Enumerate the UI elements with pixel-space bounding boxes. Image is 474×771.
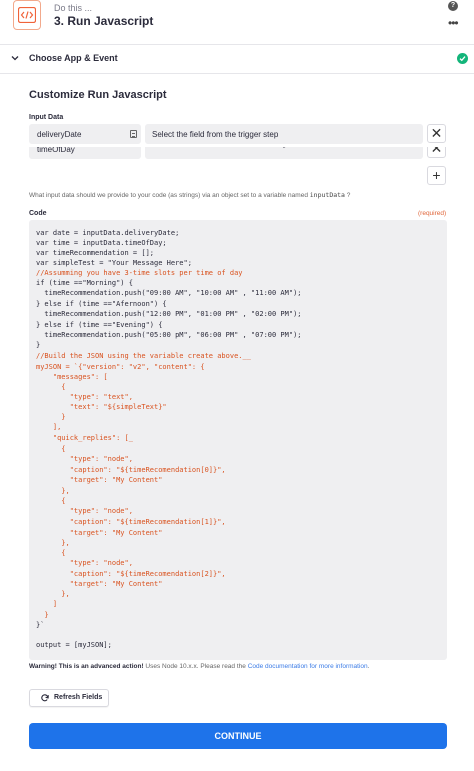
zap-step-editor: Do this ... 3. Run Javascript ? ••• Choo… (0, 0, 474, 771)
code-line: timeRecommendation.push("09:00 AM", "10:… (36, 289, 302, 297)
input-key-field[interactable]: deliveryDate (29, 124, 141, 144)
code-line: }, (36, 487, 70, 495)
code-line: var simpleTest = "Your Message Here"; (36, 259, 192, 267)
code-line: timeRecommendation.push("05:00 pM", "06:… (36, 331, 302, 339)
code-line: "text": "${simpleText}" (36, 403, 167, 411)
refresh-fields-button[interactable]: Refresh Fields (29, 689, 109, 707)
help-icon[interactable]: ? (448, 1, 458, 11)
code-label: Code (29, 210, 47, 217)
choose-app-event-section[interactable]: Choose App & Event (0, 45, 474, 73)
input-key-value: deliveryDate (37, 130, 82, 139)
code-line: ] (36, 600, 58, 608)
code-line: } else if (time =="Evening") { (36, 321, 163, 329)
input-data-helper: What input data should we provide to you… (29, 191, 350, 199)
refresh-icon (41, 694, 49, 702)
helper-prefix: What input data should we provide to you… (29, 192, 308, 199)
more-options-icon[interactable]: ••• (448, 17, 459, 29)
code-line: "messages": [ (36, 373, 108, 381)
step-header: Do this ... 3. Run Javascript ? ••• (0, 0, 474, 44)
section-divider (0, 73, 474, 74)
section-label: Choose App & Event (29, 53, 118, 63)
code-icon (18, 7, 36, 23)
remove-row-button[interactable]: ✕ (427, 124, 446, 143)
warning-strong: Warning! This is an advanced action! (29, 663, 144, 670)
code-line: //Build the JSON using the variable crea… (36, 352, 251, 360)
code-line: "caption": "${timeRecomendation[2]}", (36, 570, 226, 578)
input-data-label: Input Data (29, 114, 64, 121)
code-line: { (36, 549, 66, 557)
add-row-button[interactable]: + (427, 166, 446, 185)
code-line: } (36, 413, 66, 421)
code-line: //Assumming you have 3-time slots per ti… (36, 269, 243, 277)
code-line: "type": "node", (36, 507, 133, 515)
code-line: { (36, 497, 66, 505)
code-line: timeRecommendation.push("12:00 PM", "01:… (36, 310, 302, 318)
code-app-badge (13, 0, 41, 30)
code-line: if (time =="Morning") { (36, 279, 133, 287)
code-line: "target": "My Content" (36, 580, 163, 588)
step-hint: Do this ... (54, 3, 93, 13)
code-line: ], (36, 423, 62, 431)
helper-suffix: ? (346, 192, 351, 199)
panel-title: Customize Run Javascript (29, 89, 167, 101)
chevron-down-icon (11, 56, 19, 61)
helper-code: inputData (309, 191, 345, 199)
code-line: }, (36, 539, 70, 547)
code-documentation-link[interactable]: Code documentation for more information (248, 663, 368, 670)
warning-body: Uses Node 10.x.x. Please read the (143, 663, 248, 670)
code-line: }, (36, 590, 70, 598)
code-line: } else if (time =="Afernoon") { (36, 300, 167, 308)
warning-end: . (367, 663, 370, 670)
step-title[interactable]: 3. Run Javascript (54, 14, 153, 28)
code-line: "target": "My Content" (36, 476, 163, 484)
code-line: }` (36, 621, 45, 629)
code-line: { (36, 383, 66, 391)
code-line: "type": "node", (36, 455, 133, 463)
input-value-field[interactable]: Select the field from the trigger step (145, 124, 423, 144)
code-line: } (36, 611, 49, 619)
required-indicator: (required) (418, 210, 447, 217)
input-key-value: timeOfDay (37, 147, 75, 154)
remove-row-button[interactable]: ✕ (427, 147, 446, 158)
code-line: "caption": "${timeRecomendation[1]}", (36, 518, 226, 526)
success-check-icon (457, 53, 468, 64)
code-line: output = [myJSON]; (36, 641, 112, 649)
code-line: { (36, 445, 66, 453)
code-line: var timeRecommendation = []; (36, 249, 155, 257)
input-value-field[interactable]: " (145, 147, 423, 159)
code-line: } (36, 341, 41, 349)
continue-button[interactable]: CONTINUE (29, 723, 447, 749)
code-line: myJSON = `{"version": "v2", "content": { (36, 363, 205, 371)
code-line: "quick_replies": [_ (36, 434, 133, 442)
field-options-icon[interactable] (130, 130, 137, 138)
input-key-field[interactable]: timeOfDay (29, 147, 141, 159)
code-line: var time = inputData.timeOfDay; (36, 239, 167, 247)
code-line: "caption": "${timeRecomendation[0]}", (36, 466, 226, 474)
code-line: "type": "node", (36, 559, 133, 567)
code-line: var date = inputData.deliveryDate; (36, 229, 180, 237)
input-row-2-clip: timeOfDay " ✕ (0, 147, 474, 161)
refresh-fields-label: Refresh Fields (54, 694, 103, 701)
code-line: "target": "My Content" (36, 529, 163, 537)
code-line: "type": "text", (36, 393, 133, 401)
code-editor[interactable]: var date = inputData.deliveryDate; var ti… (29, 220, 447, 660)
warning-message: Warning! This is an advanced action! Use… (29, 663, 369, 670)
